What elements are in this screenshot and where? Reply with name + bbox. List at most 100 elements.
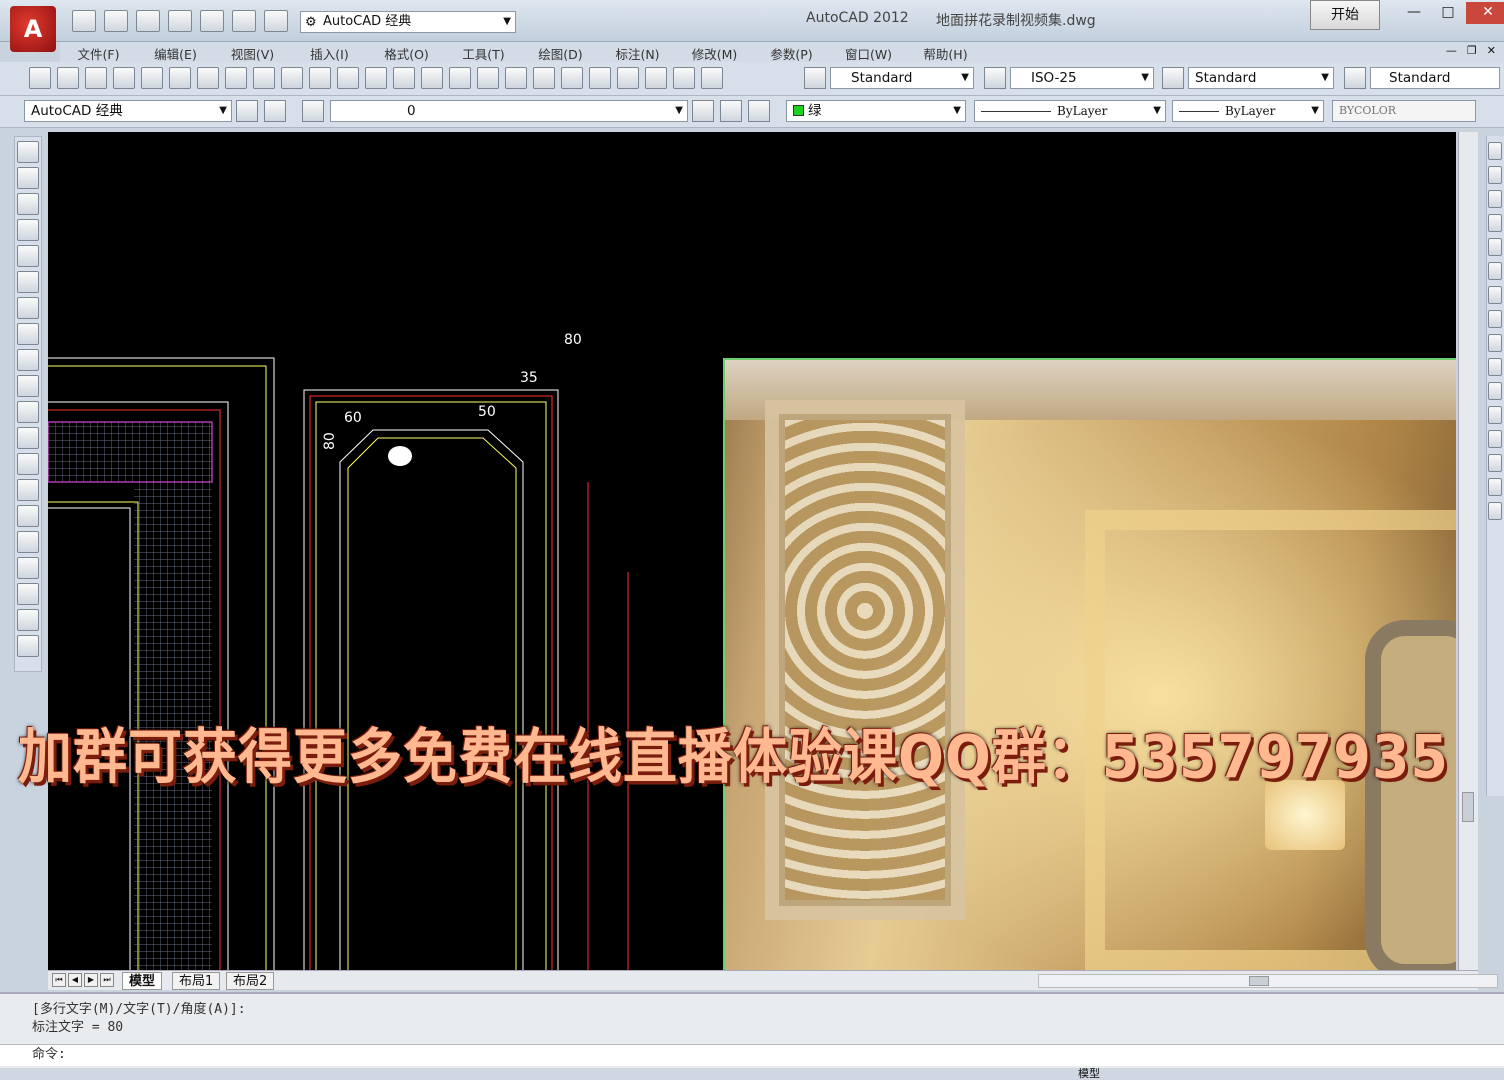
paste-icon[interactable] <box>281 67 303 89</box>
color-select[interactable]: 绿 ▼ <box>786 100 966 122</box>
mirror-icon[interactable] <box>1488 190 1502 208</box>
point-icon[interactable] <box>17 479 39 501</box>
explode-icon[interactable] <box>1488 502 1502 520</box>
hatch-icon[interactable] <box>17 505 39 527</box>
maximize-button[interactable]: □ <box>1432 2 1464 24</box>
save-icon[interactable] <box>136 10 160 32</box>
menu-view[interactable]: 视图(V) <box>214 42 291 62</box>
chamfer-icon[interactable] <box>1488 454 1502 472</box>
insert-block-icon[interactable] <box>17 427 39 449</box>
layer-select[interactable]: 0 ▼ <box>330 100 688 122</box>
redo-icon[interactable] <box>393 67 415 89</box>
plotstyle-select[interactable]: BYCOLOR <box>1332 100 1476 122</box>
prev-tab-icon[interactable]: ◀ <box>68 973 82 987</box>
polyline-icon[interactable] <box>17 193 39 215</box>
redo-icon[interactable] <box>264 10 288 32</box>
ellipse-arc-icon[interactable] <box>17 401 39 423</box>
close-button[interactable]: ✕ <box>1466 2 1504 24</box>
layer-properties-icon[interactable] <box>302 100 324 122</box>
design-center-icon[interactable] <box>561 67 583 89</box>
tool-palettes-icon[interactable] <box>589 67 611 89</box>
multileader-style-select[interactable]: Standard <box>1370 67 1500 89</box>
print-icon[interactable] <box>113 67 135 89</box>
break-icon[interactable] <box>1488 406 1502 424</box>
doc-close-button[interactable]: ✕ <box>1487 44 1496 57</box>
join-icon[interactable] <box>1488 430 1502 448</box>
menu-file[interactable]: 文件(F) <box>60 42 137 62</box>
text-style-select[interactable]: Standard ▼ <box>830 67 974 89</box>
menu-help[interactable]: 帮助(H) <box>907 42 984 62</box>
workspace-select[interactable]: AutoCAD 经典 ▼ <box>24 100 232 122</box>
new-icon[interactable] <box>72 10 96 32</box>
ellipse-icon[interactable] <box>17 375 39 397</box>
open-icon[interactable] <box>104 10 128 32</box>
copy-icon[interactable] <box>253 67 275 89</box>
doc-minimize-button[interactable]: — <box>1446 44 1457 57</box>
start-button[interactable]: 开始 <box>1310 0 1380 30</box>
lineweight-select[interactable]: ByLayer ▼ <box>1172 100 1324 122</box>
dim-style-icon[interactable] <box>984 67 1006 89</box>
spline-icon[interactable] <box>17 349 39 371</box>
customize-icon[interactable] <box>264 100 286 122</box>
sheet-set-icon[interactable] <box>617 67 639 89</box>
menu-modify[interactable]: 修改(M) <box>676 42 753 62</box>
doc-restore-button[interactable]: ❐ <box>1467 44 1477 57</box>
table-icon[interactable] <box>17 583 39 605</box>
block-editor-icon[interactable] <box>337 67 359 89</box>
status-model-label[interactable]: 模型 <box>1078 1068 1100 1080</box>
menu-format[interactable]: 格式(O) <box>368 42 445 62</box>
workspace-settings-icon[interactable] <box>236 100 258 122</box>
revision-cloud-icon[interactable] <box>17 323 39 345</box>
match-properties-icon[interactable] <box>309 67 331 89</box>
help-icon[interactable] <box>701 67 723 89</box>
rotate-icon[interactable] <box>1488 286 1502 304</box>
linetype-select[interactable]: ByLayer ▼ <box>974 100 1166 122</box>
tab-model[interactable]: 模型 <box>122 972 163 990</box>
make-block-icon[interactable] <box>17 453 39 475</box>
last-tab-icon[interactable]: ⏭ <box>100 973 114 987</box>
table-style-select[interactable]: Standard ▼ <box>1188 67 1334 89</box>
menu-edit[interactable]: 编辑(E) <box>137 42 214 62</box>
qnew-icon[interactable] <box>29 67 51 89</box>
undo-icon[interactable] <box>232 10 256 32</box>
undo-icon[interactable] <box>365 67 387 89</box>
gradient-icon[interactable] <box>17 531 39 553</box>
make-current-layer-icon[interactable] <box>692 100 714 122</box>
menu-dimension[interactable]: 标注(N) <box>599 42 676 62</box>
menu-parametric[interactable]: 参数(P) <box>753 42 830 62</box>
multiline-text-icon[interactable] <box>17 609 39 631</box>
zoom-previous-icon[interactable] <box>505 67 527 89</box>
move-icon[interactable] <box>1488 262 1502 280</box>
markup-icon[interactable] <box>645 67 667 89</box>
vertical-scroll-thumb[interactable] <box>1462 792 1474 822</box>
menu-tools[interactable]: 工具(T) <box>445 42 522 62</box>
calculator-icon[interactable] <box>673 67 695 89</box>
trim-icon[interactable] <box>1488 358 1502 376</box>
application-menu-button[interactable]: A <box>10 6 56 52</box>
text-style-icon[interactable] <box>804 67 826 89</box>
multileader-style-icon[interactable] <box>1344 67 1366 89</box>
polygon-icon[interactable] <box>17 219 39 241</box>
extend-icon[interactable] <box>1488 382 1502 400</box>
line-icon[interactable] <box>17 141 39 163</box>
zoom-window-icon[interactable] <box>477 67 499 89</box>
cut-icon[interactable] <box>225 67 247 89</box>
save-icon[interactable] <box>85 67 107 89</box>
layer-state-icon[interactable] <box>748 100 770 122</box>
stretch-icon[interactable] <box>1488 334 1502 352</box>
array-icon[interactable] <box>1488 238 1502 256</box>
dim-style-select[interactable]: ISO-25 ▼ <box>1010 67 1154 89</box>
next-tab-icon[interactable]: ▶ <box>84 973 98 987</box>
first-tab-icon[interactable]: ⏮ <box>52 973 66 987</box>
command-input[interactable]: 命令: <box>0 1044 1504 1066</box>
minimize-button[interactable]: — <box>1398 2 1430 24</box>
menu-window[interactable]: 窗口(W) <box>830 42 907 62</box>
save-as-icon[interactable] <box>168 10 192 32</box>
copy-object-icon[interactable] <box>1488 166 1502 184</box>
workspace-switcher[interactable]: ⚙ AutoCAD 经典 ▼ <box>300 11 516 33</box>
region-icon[interactable] <box>17 557 39 579</box>
table-style-icon[interactable] <box>1162 67 1184 89</box>
fillet-icon[interactable] <box>1488 478 1502 496</box>
horizontal-scrollbar[interactable] <box>1038 974 1498 988</box>
horizontal-scroll-thumb[interactable] <box>1249 976 1269 986</box>
